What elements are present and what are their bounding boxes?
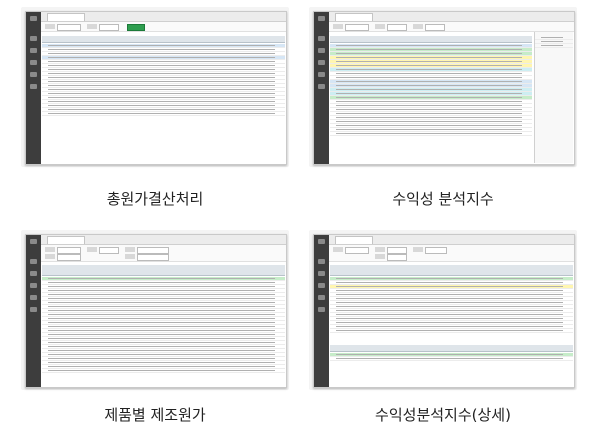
home-icon	[318, 239, 325, 244]
filter-label	[125, 254, 135, 259]
screenshot-panel-2	[309, 7, 577, 167]
profitability-index-detail-screenshot[interactable]	[313, 234, 575, 388]
menu-icon	[318, 72, 325, 77]
grid-header	[330, 265, 573, 276]
menu-icon	[318, 259, 325, 264]
menu-icon	[30, 259, 37, 264]
screenshot-caption: 수익성분석지수(상세)	[375, 406, 511, 424]
menu-icon	[318, 48, 325, 53]
profitability-index-screenshot[interactable]	[313, 11, 575, 165]
filter-field[interactable]	[345, 24, 369, 31]
home-icon	[30, 239, 37, 244]
app-sidebar	[26, 12, 41, 164]
screenshot-panel-3	[21, 230, 289, 390]
data-grid	[42, 265, 285, 386]
menu-icon	[30, 307, 37, 312]
table-row[interactable]	[42, 369, 285, 373]
filter-label	[45, 24, 55, 29]
filter-field[interactable]	[387, 24, 407, 31]
window-tab[interactable]	[335, 13, 373, 21]
filter-label	[413, 24, 423, 29]
filter-bar	[41, 245, 286, 262]
screenshot-caption: 제품별 제조원가	[104, 406, 206, 424]
filter-label	[87, 24, 97, 29]
filter-field[interactable]	[425, 247, 447, 254]
menu-icon	[318, 84, 325, 89]
filter-label	[45, 254, 55, 259]
filter-label	[375, 24, 385, 29]
filter-field[interactable]	[99, 24, 119, 31]
detail-grid	[330, 345, 573, 386]
table-row[interactable]	[330, 329, 573, 333]
menu-icon	[30, 84, 37, 89]
filter-label	[375, 254, 385, 259]
option-side-panel[interactable]	[534, 32, 573, 163]
menu-icon	[318, 283, 325, 288]
home-icon	[30, 16, 37, 21]
filter-label	[45, 247, 55, 252]
filter-label	[375, 247, 385, 252]
menu-icon	[318, 295, 325, 300]
filter-field[interactable]	[387, 254, 407, 261]
filter-field[interactable]	[57, 247, 81, 254]
menu-icon	[30, 60, 37, 65]
filter-label	[87, 247, 97, 252]
run-button[interactable]	[127, 24, 145, 31]
app-sidebar	[314, 12, 329, 164]
filter-field[interactable]	[137, 254, 169, 261]
menu-icon	[30, 48, 37, 53]
window-tab-bar	[329, 12, 574, 22]
filter-label	[125, 247, 135, 252]
table-row[interactable]	[330, 357, 573, 361]
filter-field[interactable]	[99, 247, 119, 254]
table-row[interactable]	[42, 112, 285, 116]
menu-icon	[30, 295, 37, 300]
data-grid	[330, 36, 532, 163]
menu-icon	[30, 271, 37, 276]
grid-header	[330, 345, 573, 352]
menu-icon	[30, 36, 37, 41]
menu-icon	[318, 271, 325, 276]
screenshot-caption: 수익성 분석지수	[392, 190, 494, 208]
window-tab-bar	[329, 235, 574, 245]
grid-header	[42, 36, 285, 43]
menu-icon	[318, 307, 325, 312]
list-item[interactable]	[535, 44, 573, 48]
product-manufacturing-cost-screenshot[interactable]	[25, 234, 287, 388]
window-tab-bar	[41, 235, 286, 245]
grid-header	[42, 265, 285, 276]
filter-label	[333, 247, 343, 252]
window-tab[interactable]	[47, 13, 85, 21]
window-tab-bar	[41, 12, 286, 22]
menu-icon	[30, 72, 37, 77]
data-grid	[330, 265, 573, 341]
filter-label	[333, 24, 343, 29]
filter-bar	[329, 22, 574, 32]
filter-bar	[329, 245, 574, 262]
cost-settlement-screenshot[interactable]	[25, 11, 287, 165]
menu-icon	[30, 283, 37, 288]
filter-field[interactable]	[137, 247, 169, 254]
filter-label	[413, 247, 423, 252]
home-icon	[318, 16, 325, 21]
screenshot-panel-1	[21, 7, 289, 167]
filter-field[interactable]	[57, 24, 81, 31]
table-row[interactable]	[330, 132, 532, 136]
menu-icon	[318, 36, 325, 41]
app-sidebar	[26, 235, 41, 387]
filter-field[interactable]	[387, 247, 407, 254]
window-tab[interactable]	[335, 236, 373, 244]
app-sidebar	[314, 235, 329, 387]
filter-field[interactable]	[345, 247, 369, 254]
menu-icon	[318, 60, 325, 65]
data-grid	[42, 36, 285, 163]
grid-header	[330, 36, 532, 43]
filter-field[interactable]	[425, 24, 445, 31]
screenshot-caption: 총원가결산처리	[106, 190, 204, 208]
screenshot-panel-4	[309, 230, 577, 390]
window-tab[interactable]	[47, 236, 85, 244]
filter-bar	[41, 22, 286, 32]
filter-field[interactable]	[57, 254, 81, 261]
